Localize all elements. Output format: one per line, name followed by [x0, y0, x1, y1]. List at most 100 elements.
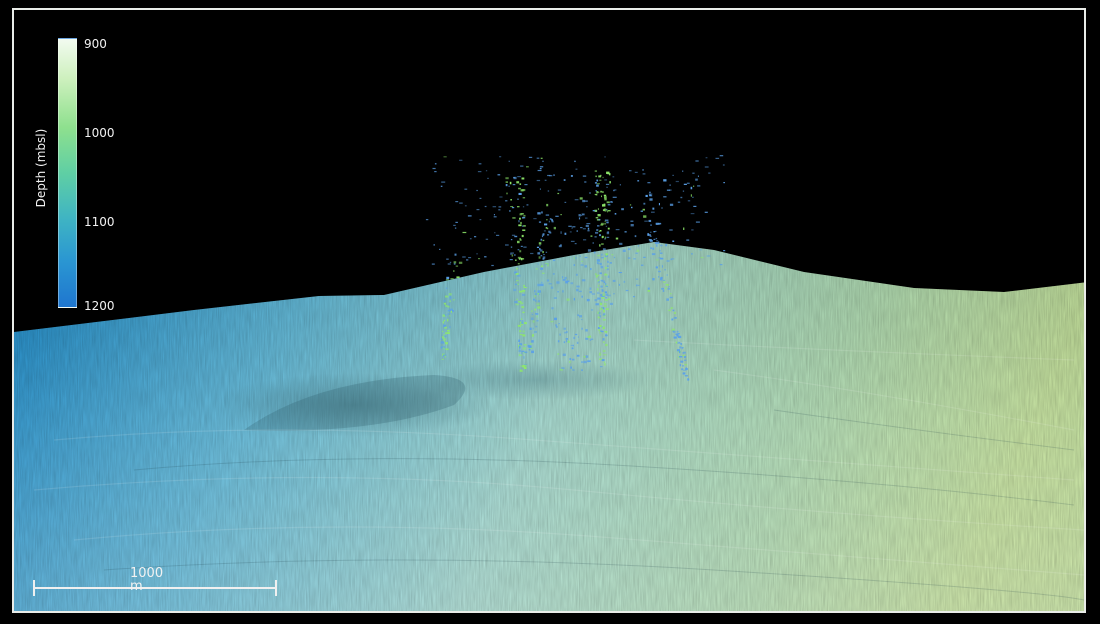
- plume-bubble: [605, 253, 609, 256]
- plume-bubble: [510, 253, 512, 255]
- plume-bubble: [425, 219, 429, 221]
- plume-bubble: [539, 249, 543, 252]
- plume-bubble: [517, 283, 519, 285]
- plume-bubble: [581, 214, 583, 217]
- plume-bubble: [576, 288, 579, 292]
- plume-bubble: [505, 200, 508, 202]
- plume-bubble: [445, 342, 448, 345]
- plume-bubble: [643, 215, 647, 218]
- plume-bubble: [528, 348, 531, 351]
- plume-bubble: [518, 187, 521, 190]
- plume-bubble: [526, 166, 529, 168]
- plume-bubble: [571, 227, 573, 229]
- plume-bubble: [599, 234, 601, 237]
- plume-bubble: [597, 254, 600, 257]
- plume-bubble: [485, 238, 489, 240]
- plume-bubble: [596, 261, 599, 265]
- plume-bubble: [605, 285, 608, 287]
- plume-bubble: [521, 234, 524, 238]
- plume-bubble: [604, 219, 609, 221]
- plume-bubble: [496, 234, 500, 236]
- plume-bubble: [529, 327, 532, 330]
- scale-bar-cap-right: [275, 580, 277, 596]
- plume-bubble: [561, 367, 565, 370]
- plume-bubble: [467, 215, 472, 217]
- plume-bubble: [536, 157, 540, 159]
- plume-bubble: [590, 235, 593, 237]
- plume-bubble: [550, 286, 554, 289]
- plume-bubble: [606, 268, 609, 271]
- plume-bubble: [546, 279, 550, 282]
- plume-bubble: [653, 231, 656, 233]
- plume-bubble: [679, 346, 682, 349]
- plume-bubble: [517, 324, 521, 327]
- plume-bubble: [524, 351, 528, 354]
- plume-bubble: [565, 338, 568, 340]
- plume-bubble: [594, 182, 597, 184]
- plume-bubble: [601, 235, 604, 238]
- plume-bubble: [545, 251, 548, 253]
- plume-bubble: [544, 179, 547, 181]
- plume-bubble: [574, 257, 577, 259]
- plume-bubble: [524, 184, 528, 186]
- plume-bubble: [697, 185, 701, 187]
- plume-bubble: [612, 196, 617, 198]
- plume-bubble: [563, 327, 566, 330]
- plume-bubble: [581, 369, 583, 371]
- plume-bubble: [455, 201, 459, 203]
- plume-bubble: [581, 327, 583, 330]
- plume-bubble: [462, 231, 467, 234]
- plume-bubble: [658, 257, 661, 259]
- plume-bubble: [578, 217, 581, 220]
- plume-bubble: [653, 238, 656, 240]
- plume-bubble: [589, 335, 591, 338]
- plume-bubble: [600, 265, 604, 269]
- plume-bubble: [522, 294, 526, 296]
- plume-bubble: [607, 294, 611, 297]
- plume-bubble: [545, 227, 548, 229]
- plume-bubble: [440, 338, 442, 340]
- plume-bubble: [652, 207, 655, 210]
- plume-bubble: [541, 211, 543, 214]
- plume-bubble: [574, 199, 579, 201]
- plume-bubble: [595, 217, 599, 219]
- plume-bubble: [533, 218, 537, 220]
- plume-bubble: [650, 231, 652, 233]
- plume-bubble: [697, 175, 699, 177]
- plume-bubble: [456, 276, 460, 279]
- plume-bubble: [636, 284, 638, 287]
- plume-bubble: [515, 280, 519, 282]
- plume-bubble: [565, 340, 568, 343]
- plume-bubble: [442, 354, 445, 357]
- plume-bubble: [518, 192, 522, 195]
- plume-bubble: [523, 284, 525, 287]
- plume-bubble: [515, 303, 520, 306]
- plume-bubble: [682, 355, 685, 357]
- plume-bubble: [523, 225, 526, 227]
- plume-bubble: [700, 256, 704, 259]
- plume-bubble: [602, 176, 604, 179]
- plume-bubble: [612, 279, 616, 282]
- plume-bubble: [569, 361, 571, 363]
- plume-bubble: [605, 343, 608, 347]
- plume-bubble: [600, 279, 604, 282]
- plume-bubble: [583, 360, 587, 364]
- plume-bubble: [630, 220, 634, 222]
- plume-bubble: [681, 368, 684, 371]
- plume-bubble: [523, 364, 527, 367]
- plume-bubble: [663, 196, 667, 198]
- plume-bubble: [590, 338, 594, 340]
- plume-bubble: [561, 276, 564, 279]
- plume-bubble: [681, 347, 684, 350]
- plume-bubble: [523, 287, 527, 288]
- plume-bubble: [664, 269, 666, 271]
- plume-bubble: [600, 285, 603, 288]
- plume-bubble: [536, 179, 541, 182]
- plume-bubble: [514, 254, 516, 256]
- plume-bubble: [505, 177, 509, 180]
- plume-bubble: [537, 290, 541, 293]
- plume-bubble: [573, 264, 575, 266]
- plume-bubble: [572, 358, 575, 361]
- plume-bubble: [682, 190, 685, 192]
- plume-bubble: [612, 176, 615, 178]
